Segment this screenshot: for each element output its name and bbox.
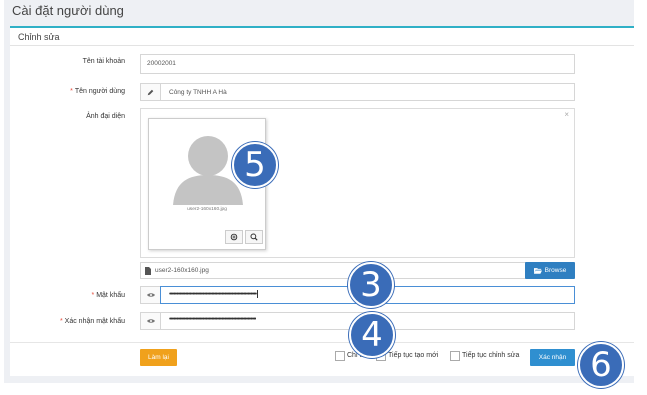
close-icon[interactable]: ×	[564, 110, 569, 119]
password-label: * Mật khẩu	[91, 292, 125, 299]
callout-6: 6	[578, 342, 624, 388]
browse-button[interactable]: Browse	[525, 262, 575, 279]
account-label: Tên tài khoản	[82, 58, 125, 65]
callout-4: 4	[349, 312, 395, 358]
avatar-label: Ảnh đại diện	[86, 113, 125, 120]
user-name-label: * Tên người dùng	[70, 88, 125, 95]
file-icon	[145, 267, 151, 275]
card-header: Chỉnh sửa	[10, 28, 634, 46]
continue-create-checkbox-label: Tiếp tục tạo mới	[388, 352, 439, 359]
eye-icon[interactable]	[140, 312, 161, 330]
confirm-password-label: * Xác nhận mật khẩu	[59, 318, 125, 325]
avatar-file-field[interactable]: user2-160x160.jpg	[140, 262, 526, 279]
continue-edit-checkbox-label: Tiếp tục chỉnh sửa	[462, 352, 520, 359]
eye-icon[interactable]	[140, 286, 161, 304]
thumbnail-caption: user2-160x160.jpg	[187, 207, 227, 212]
zoom-in-icon[interactable]	[225, 230, 243, 244]
avatar-upload-zone[interactable]: × user2-160x160.jpg	[140, 108, 575, 258]
confirm-button[interactable]: Xác nhận	[530, 349, 575, 366]
user-name-value: Công ty TNHH A Hà	[169, 89, 227, 96]
avatar-file-name: user2-160x160.jpg	[155, 267, 209, 274]
callout-5: 5	[232, 142, 278, 188]
search-icon[interactable]	[245, 230, 263, 244]
account-field[interactable]: 20002001	[140, 54, 575, 74]
page-title: Cài đặt người dùng	[12, 3, 124, 18]
password-value: ••••••••••••••••••••••••••••••••••••••••…	[169, 290, 259, 298]
reset-button[interactable]: Làm lại	[140, 349, 177, 366]
callout-3: 3	[348, 262, 394, 308]
folder-open-icon	[533, 268, 542, 274]
pencil-icon	[141, 84, 161, 100]
user-name-field[interactable]: Công ty TNHH A Hà	[140, 83, 575, 101]
detail-checkbox[interactable]	[335, 351, 345, 361]
account-value: 20002001	[147, 60, 176, 67]
card-header-title: Chỉnh sửa	[18, 32, 60, 42]
confirm-password-value: ••••••••••••••••••••••••••••••••••••••••…	[169, 316, 257, 323]
footer-divider	[10, 342, 634, 343]
continue-edit-checkbox[interactable]	[450, 351, 460, 361]
